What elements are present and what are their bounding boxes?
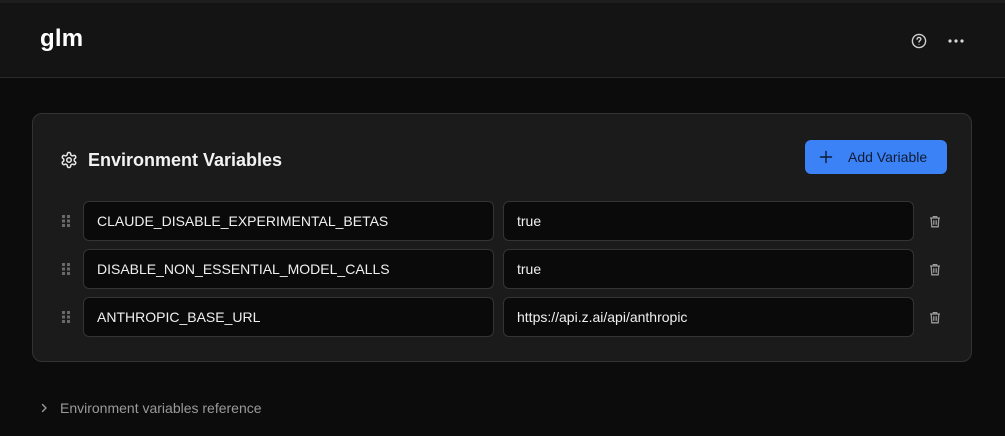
trash-icon[interactable]: [927, 309, 943, 325]
variable-key-input[interactable]: CLAUDE_DISABLE_EXPERIMENTAL_BETAS: [83, 201, 494, 241]
chevron-right-icon: [38, 402, 50, 414]
env-variable-row: ANTHROPIC_BASE_URL https://api.z.ai/api/…: [59, 297, 949, 337]
page-title: glm: [40, 25, 84, 52]
env-variable-row: DISABLE_NON_ESSENTIAL_MODEL_CALLS true: [59, 249, 949, 289]
trash-icon[interactable]: [927, 261, 943, 277]
add-variable-button[interactable]: Add Variable: [805, 140, 947, 174]
variable-value-input[interactable]: true: [503, 249, 914, 289]
variable-key-input[interactable]: ANTHROPIC_BASE_URL: [83, 297, 494, 337]
variable-value-input[interactable]: https://api.z.ai/api/anthropic: [503, 297, 914, 337]
plus-icon: [819, 150, 833, 164]
variable-key-input[interactable]: DISABLE_NON_ESSENTIAL_MODEL_CALLS: [83, 249, 494, 289]
env-variable-row: CLAUDE_DISABLE_EXPERIMENTAL_BETAS true: [59, 201, 949, 241]
variable-value-input[interactable]: true: [503, 201, 914, 241]
drag-handle-icon[interactable]: [59, 261, 73, 277]
card-header: Environment Variables: [60, 148, 282, 172]
more-horizontal-icon[interactable]: [946, 31, 966, 51]
help-circle-icon[interactable]: [909, 31, 929, 51]
environment-variables-card: Environment Variables Add Variable CLAUD…: [32, 113, 972, 362]
trash-icon[interactable]: [927, 213, 943, 229]
page-header: glm: [0, 3, 1005, 78]
env-reference-label: Environment variables reference: [60, 400, 262, 416]
card-title: Environment Variables: [88, 149, 283, 170]
add-variable-label: Add Variable: [848, 149, 928, 165]
gear-icon: [60, 151, 78, 169]
drag-handle-icon[interactable]: [59, 309, 73, 325]
env-reference-toggle[interactable]: Environment variables reference: [38, 398, 262, 418]
drag-handle-icon[interactable]: [59, 213, 73, 229]
